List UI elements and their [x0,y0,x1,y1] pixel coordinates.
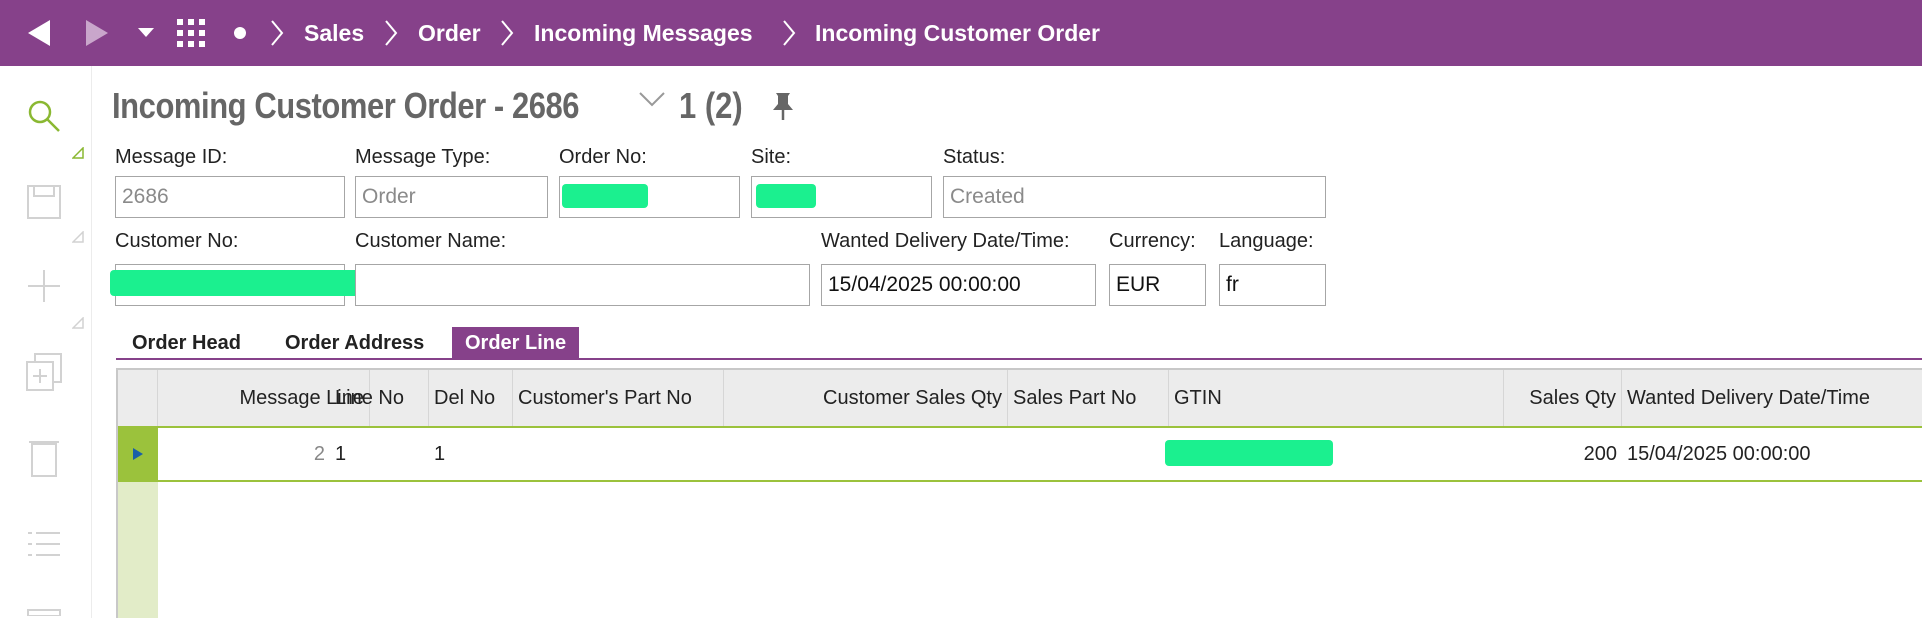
add-icon[interactable] [22,264,66,308]
language-field[interactable]: fr [1219,264,1326,306]
pin-icon[interactable] [772,91,794,126]
chevron-right-icon [782,0,796,66]
column-header-customer-part-no[interactable]: Customer's Part No [513,370,724,426]
column-header-gtin[interactable]: GTIN [1169,370,1504,426]
column-header-wanted-delivery[interactable]: Wanted Delivery Date/Time [1622,370,1922,426]
app-grid-icon[interactable] [174,0,208,66]
save-icon[interactable] [22,180,66,224]
status-field[interactable]: Created [943,176,1326,218]
column-header-sales-qty[interactable]: Sales Qty [1504,370,1622,426]
column-header-line-no[interactable]: Line No [330,370,429,426]
chevron-down-icon[interactable] [638,90,666,113]
order-no-label: Order No: [559,146,647,168]
cell-del-no: 1 [434,442,446,465]
breadcrumb-sales[interactable]: Sales [304,0,364,66]
top-navigation-bar: Sales Order Incoming Messages Incoming C… [0,0,1922,66]
cell-customer-sales-qty [724,428,1008,480]
tab-order-line[interactable]: Order Line [452,327,580,359]
page-title: Incoming Customer Order - 2686 [112,85,580,126]
command-sidebar [0,66,92,618]
breadcrumb-incoming-customer-order[interactable]: Incoming Customer Order [815,0,1100,66]
back-arrow-icon[interactable] [22,0,56,66]
redaction [562,184,648,208]
cell-customer-part-no [513,428,724,480]
chevron-right-icon [500,0,514,66]
record-position: 1 (2) [679,85,743,126]
more-icon[interactable] [22,600,66,618]
message-type-label: Message Type: [355,146,491,168]
wanted-delivery-label: Wanted Delivery Date/Time: [821,230,1070,252]
page-header: Incoming Customer Order - 2686 1 (2) [112,80,793,132]
column-header-customer-sales-qty[interactable]: Customer Sales Qty [724,370,1008,426]
dropdown-caret-icon[interactable] [134,0,158,66]
chevron-right-icon [270,0,284,66]
row-selected-indicator[interactable] [118,428,158,480]
customer-name-field[interactable] [355,264,810,306]
list-icon[interactable] [22,522,66,566]
site-label: Site: [751,146,792,168]
tab-order-address[interactable]: Order Address [272,327,437,359]
chevron-right-icon [384,0,398,66]
message-id-label: Message ID: [115,146,228,168]
customer-name-label: Customer Name: [355,230,507,252]
message-type-field[interactable]: Order [355,176,548,218]
customer-no-label: Customer No: [115,230,239,252]
cell-sales-qty: 200 [1583,442,1617,465]
message-id-field[interactable]: 2686 [115,176,345,218]
cell-wanted-delivery: 15/04/2025 00:00:00 [1627,442,1811,465]
redaction [1165,440,1333,466]
breadcrumb-incoming-messages[interactable]: Incoming Messages [534,0,753,66]
currency-field[interactable]: EUR [1109,264,1206,306]
language-label: Language: [1219,230,1314,252]
duplicate-icon[interactable] [22,350,66,394]
cell-message-line: 2 [313,442,325,465]
search-icon[interactable] [22,94,66,138]
delete-icon[interactable] [22,436,66,480]
cell-sales-part-no [1008,428,1169,480]
tab-underline [116,358,1922,360]
column-header-del-no[interactable]: Del No [429,370,513,426]
table-row[interactable]: 2 1 1 200 15/04/2025 00:00:00 [118,426,1922,482]
breadcrumb-order[interactable]: Order [418,0,481,66]
wanted-delivery-field[interactable]: 15/04/2025 00:00:00 [821,264,1096,306]
redaction [756,184,816,208]
dot-icon[interactable] [230,0,250,66]
column-header-sales-part-no[interactable]: Sales Part No [1008,370,1169,426]
tab-order-head[interactable]: Order Head [119,327,254,359]
forward-arrow-icon[interactable] [80,0,114,66]
status-label: Status: [943,146,1006,168]
cell-line-no: 1 [335,442,347,465]
order-line-grid: Message Line Line No Del No Customer's P… [116,368,1922,618]
row-selector-header [118,370,158,426]
currency-label: Currency: [1109,230,1196,252]
grid-header: Message Line Line No Del No Customer's P… [118,370,1922,426]
